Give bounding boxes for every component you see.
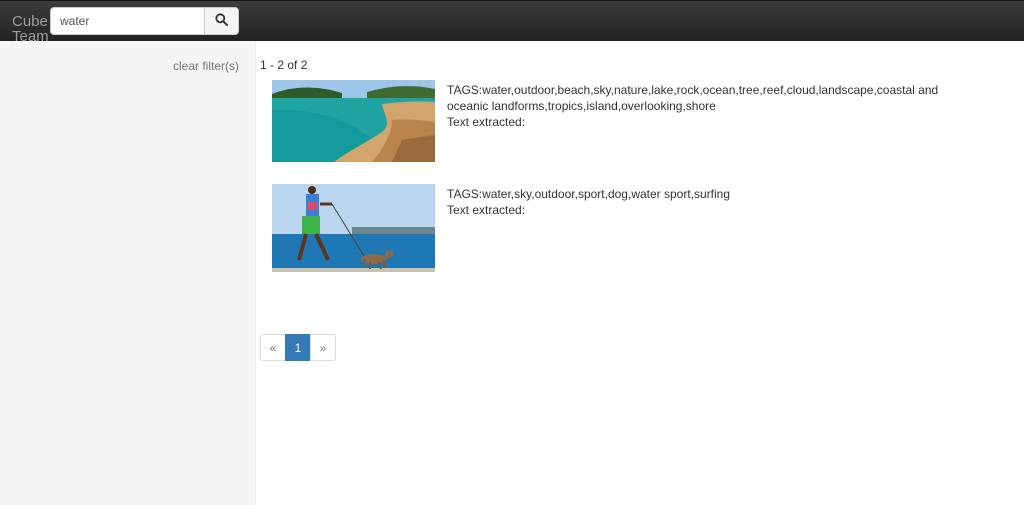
search-button[interactable]: [204, 7, 239, 35]
results-count: 1 - 2 of 2: [260, 58, 308, 72]
pagination-prev[interactable]: «: [260, 334, 286, 361]
result-text-extracted: Text extracted:: [447, 203, 526, 217]
search-icon: [215, 13, 228, 29]
navbar: Cube Team: [0, 0, 1024, 44]
result-text: TAGS:water,outdoor,beach,sky,nature,lake…: [447, 82, 957, 130]
pagination-next[interactable]: »: [310, 334, 336, 361]
pagination-page-1[interactable]: 1: [285, 334, 311, 361]
result-thumbnail-beach[interactable]: [272, 80, 435, 162]
result-item: TAGS:water,outdoor,beach,sky,nature,lake…: [272, 80, 972, 170]
pagination: « 1 »: [260, 334, 336, 361]
result-tags: TAGS:water,sky,outdoor,sport,dog,water s…: [447, 187, 731, 201]
result-thumbnail-walker[interactable]: [272, 184, 435, 272]
brand-logo[interactable]: Cube Team: [12, 14, 52, 44]
result-item: TAGS:water,sky,outdoor,sport,dog,water s…: [272, 184, 972, 274]
result-text-extracted: Text extracted:: [447, 115, 526, 129]
filter-sidebar: clear filter(s): [0, 41, 256, 505]
result-tags: TAGS:water,outdoor,beach,sky,nature,lake…: [447, 83, 939, 113]
result-text: TAGS:water,sky,outdoor,sport,dog,water s…: [447, 186, 957, 218]
clear-filters-link[interactable]: clear filter(s): [173, 59, 239, 73]
search-input[interactable]: [50, 7, 205, 35]
